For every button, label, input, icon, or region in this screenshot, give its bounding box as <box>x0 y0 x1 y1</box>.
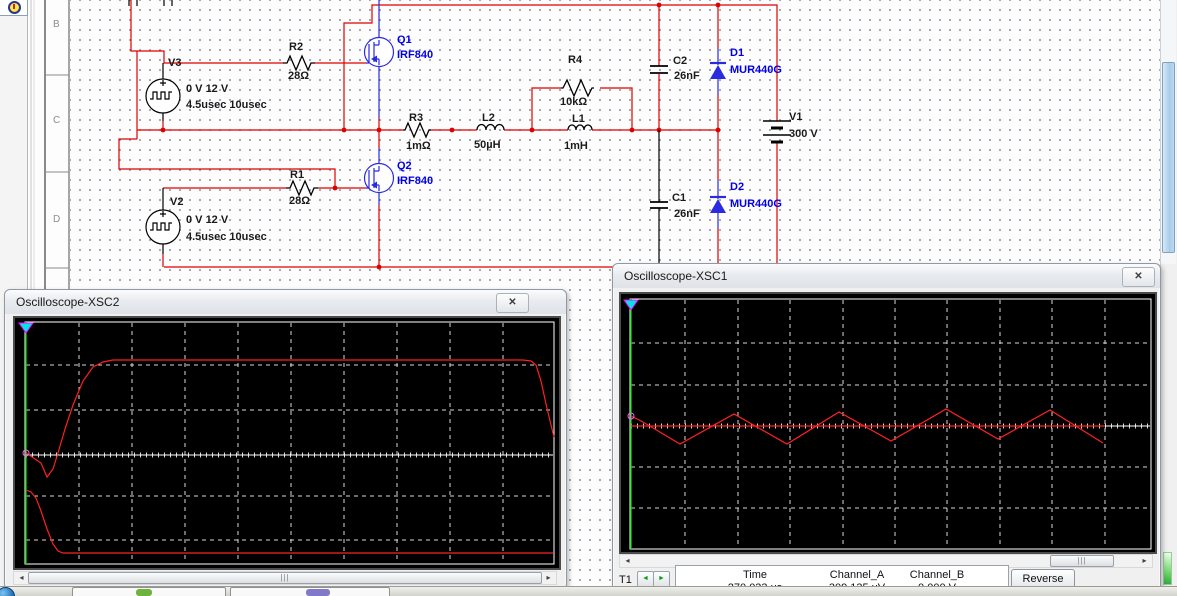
diode-d2[interactable] <box>710 180 726 228</box>
label-r3-value[interactable]: 1mΩ <box>406 140 431 152</box>
label-r4[interactable]: R4 <box>568 54 583 66</box>
resistor-r3[interactable] <box>403 121 431 139</box>
oscilloscope-xsc2-window: Oscilloscope-XSC2 ✕ ◂ ▸ ||| <box>4 289 567 590</box>
label-v1-value[interactable]: 300 V <box>789 128 818 140</box>
label-r1-value[interactable]: 28Ω <box>289 195 310 207</box>
mosfet-q1[interactable] <box>363 0 395 118</box>
label-c2-value[interactable]: 26nF <box>674 70 700 82</box>
resistor-r2[interactable] <box>283 54 315 72</box>
label-v3-line1[interactable]: 0 V 12 V <box>186 83 229 95</box>
label-q2-value[interactable]: IRF840 <box>397 175 433 187</box>
xsc1-scroll-left-arrow[interactable]: ◂ <box>621 555 634 567</box>
diode-d1[interactable] <box>710 48 726 95</box>
junction-dots <box>160 2 721 270</box>
label-c2[interactable]: C2 <box>673 55 687 67</box>
wires-red <box>118 0 778 268</box>
xsc1-cursor-t1-label: T1 <box>619 574 632 586</box>
xsc2-screen-bezel <box>13 316 561 570</box>
label-l2[interactable]: L2 <box>482 112 495 124</box>
label-v3[interactable]: V3 <box>168 57 181 69</box>
xsc2-title: Oscilloscope-XSC2 <box>16 295 120 309</box>
label-c1-value[interactable]: 26nF <box>674 208 700 220</box>
resistor-r4[interactable] <box>561 78 594 98</box>
xsc2-titlebar[interactable]: Oscilloscope-XSC2 ✕ <box>5 290 566 314</box>
vertical-scrollbar-thumb[interactable] <box>1162 62 1175 253</box>
sheet-row-c: C <box>53 115 60 126</box>
label-l1[interactable]: L1 <box>572 113 585 125</box>
label-d1[interactable]: D1 <box>730 47 744 59</box>
capacitor-c1[interactable] <box>650 130 668 267</box>
label-r1[interactable]: R1 <box>290 169 304 181</box>
label-v3-line2[interactable]: 4.5usec 10usec <box>186 99 267 111</box>
label-v2-line1[interactable]: 0 V 12 V <box>186 214 229 226</box>
xsc1-titlebar[interactable]: Oscilloscope-XSC1 ✕ <box>613 264 1160 288</box>
xsc1-scroll-right-arrow[interactable]: ▸ <box>1138 555 1151 567</box>
label-q2[interactable]: Q2 <box>397 160 412 172</box>
taskbar-app-icon-green <box>136 589 152 596</box>
xsc2-scroll-left-arrow[interactable]: ◂ <box>15 572 28 584</box>
label-q1-value[interactable]: IRF840 <box>397 49 433 61</box>
xsc1-close-button[interactable]: ✕ <box>1122 267 1155 287</box>
xsc2-hscrollbar[interactable]: ◂ ▸ ||| <box>13 571 557 585</box>
resistor-r1[interactable] <box>286 179 318 197</box>
offscreen-component-stubs <box>128 0 173 6</box>
label-d2-value[interactable]: MUR440G <box>730 198 782 210</box>
inductor-l1[interactable] <box>567 124 593 131</box>
label-l1-value[interactable]: 1mH <box>564 140 588 152</box>
label-r4-value[interactable]: 10kΩ <box>560 96 587 108</box>
multisim-workspace: B C D V3 0 V 12 V 4.5usec 10usec V2 0 V … <box>0 0 1177 596</box>
battery-v1[interactable] <box>763 120 791 144</box>
label-r2[interactable]: R2 <box>289 41 303 53</box>
label-v1[interactable]: V1 <box>789 111 802 123</box>
label-r2-value[interactable]: 28Ω <box>288 70 309 82</box>
xsc2-close-button[interactable]: ✕ <box>496 293 529 313</box>
xsc2-screen <box>18 321 555 565</box>
source-v3[interactable] <box>145 63 181 121</box>
xsc1-title: Oscilloscope-XSC1 <box>624 269 728 283</box>
label-q1[interactable]: Q1 <box>397 34 412 46</box>
xsc1-screen-bezel <box>619 292 1157 554</box>
xsc1-col-channel-b: Channel_B <box>909 569 965 581</box>
background-window-fragment <box>1163 552 1172 585</box>
mosfet-q2[interactable] <box>363 148 395 205</box>
label-c1[interactable]: C1 <box>672 192 686 204</box>
xsc1-screen <box>623 298 1152 550</box>
oscilloscope-xsc1-window: Oscilloscope-XSC1 ✕ ◂ ▸ ||| T1 ◄ ► Time … <box>612 263 1161 596</box>
label-d1-value[interactable]: MUR440G <box>730 64 782 76</box>
xsc2-scroll-right-arrow[interactable]: ▸ <box>542 572 555 584</box>
xsc1-scroll-thumb[interactable]: ||| <box>1050 555 1114 567</box>
label-d2[interactable]: D2 <box>730 181 744 193</box>
label-v2-line2[interactable]: 4.5usec 10usec <box>186 231 267 243</box>
inductor-l2[interactable] <box>476 123 505 131</box>
xsc1-col-time: Time <box>742 569 768 581</box>
capacitor-c2[interactable] <box>650 65 668 74</box>
label-v2[interactable]: V2 <box>170 196 183 208</box>
sheet-row-b: B <box>53 19 60 30</box>
xsc2-scroll-thumb[interactable]: ||| <box>28 572 542 584</box>
label-l2-value[interactable]: 50µH <box>474 139 501 151</box>
sheet-row-d: D <box>53 214 60 225</box>
taskbar-app-icon-purple <box>306 589 330 596</box>
label-r3[interactable]: R3 <box>409 112 423 124</box>
